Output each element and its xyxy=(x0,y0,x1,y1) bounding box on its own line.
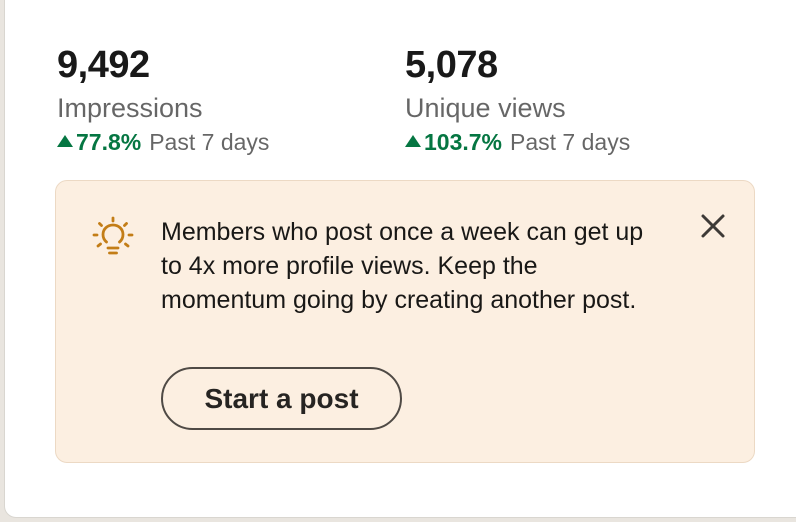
close-icon[interactable] xyxy=(696,209,730,243)
impressions-stat[interactable]: 9,492 Impressions 77.8% Past 7 days xyxy=(57,41,269,157)
tip-message: Members who post once a week can get up … xyxy=(161,218,644,314)
start-a-post-button[interactable]: Start a post xyxy=(161,367,402,430)
impressions-trend-period: Past 7 days xyxy=(149,129,270,155)
unique-views-label: Unique views xyxy=(405,93,566,123)
impressions-value: 9,492 xyxy=(57,44,150,86)
trend-up-arrow-icon xyxy=(405,135,421,147)
posting-tip-banner: Members who post once a week can get up … xyxy=(55,180,755,463)
unique-views-stat[interactable]: 5,078 Unique views 103.7% Past 7 days xyxy=(405,41,630,157)
analytics-card: 9,492 Impressions 77.8% Past 7 days 5,07… xyxy=(4,0,796,518)
unique-views-trend-percent: 103.7% xyxy=(424,129,503,155)
lightbulb-icon xyxy=(91,215,135,259)
unique-views-trend: 103.7% Past 7 days xyxy=(405,127,630,157)
unique-views-value: 5,078 xyxy=(405,44,498,86)
impressions-label: Impressions xyxy=(57,93,203,123)
impressions-trend: 77.8% Past 7 days xyxy=(57,127,269,157)
unique-views-trend-period: Past 7 days xyxy=(510,129,631,155)
impressions-trend-percent: 77.8% xyxy=(76,129,142,155)
trend-up-arrow-icon xyxy=(57,135,73,147)
